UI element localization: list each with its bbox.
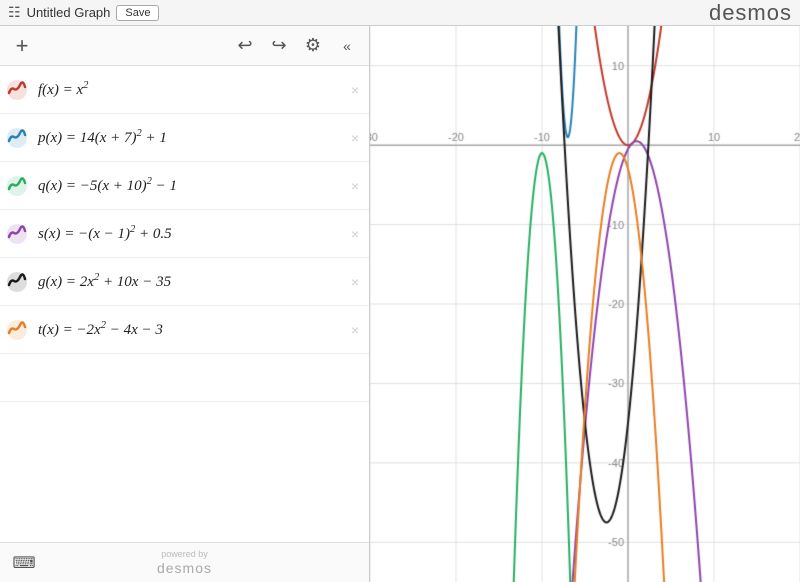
expression-formula[interactable]: q(x) = −5(x + 10)2 − 1 [34, 174, 341, 197]
topbar-title: Untitled Graph [27, 5, 111, 20]
desmos-logo: desmos [709, 0, 792, 26]
delete-expression-button[interactable]: × [341, 316, 369, 344]
expression-icon [0, 271, 34, 293]
topbar-left: ☷ Untitled Graph Save [8, 4, 159, 21]
delete-expression-button[interactable]: × [341, 268, 369, 296]
main-layout: + ↩ ↪ ⚙ « f(x) = x2× p(x) = 14(x + 7)2 +… [0, 26, 800, 582]
graph-area[interactable] [370, 26, 800, 582]
expression-row[interactable]: g(x) = 2x2 + 10x − 35× [0, 258, 369, 306]
graph-canvas [370, 26, 800, 582]
expression-formula[interactable]: p(x) = 14(x + 7)2 + 1 [34, 126, 341, 149]
add-expression-button[interactable]: + [8, 32, 36, 60]
keyboard-button[interactable]: ⌨ [10, 549, 38, 577]
delete-expression-button[interactable]: × [341, 172, 369, 200]
expression-row[interactable]: s(x) = −(x − 1)2 + 0.5× [0, 210, 369, 258]
delete-expression-button[interactable]: × [341, 124, 369, 152]
settings-button[interactable]: ⚙ [299, 32, 327, 60]
collapse-button[interactable]: « [333, 32, 361, 60]
desmos-footer-logo: desmos [157, 560, 212, 577]
powered-by: powered by desmos [157, 549, 212, 577]
expression-list: f(x) = x2× p(x) = 14(x + 7)2 + 1× q(x) =… [0, 66, 369, 542]
expression-icon [0, 223, 34, 245]
toolbar: + ↩ ↪ ⚙ « [0, 26, 369, 66]
expression-formula[interactable]: f(x) = x2 [34, 78, 341, 101]
expression-icon [0, 175, 34, 197]
graph-icon: ☷ [8, 4, 21, 21]
expression-formula[interactable]: s(x) = −(x − 1)2 + 0.5 [34, 222, 341, 245]
delete-expression-button[interactable]: × [341, 76, 369, 104]
expression-row[interactable]: f(x) = x2× [0, 66, 369, 114]
left-panel: + ↩ ↪ ⚙ « f(x) = x2× p(x) = 14(x + 7)2 +… [0, 26, 370, 582]
expression-row[interactable]: q(x) = −5(x + 10)2 − 1× [0, 162, 369, 210]
expression-row[interactable]: p(x) = 14(x + 7)2 + 1× [0, 114, 369, 162]
topbar: ☷ Untitled Graph Save desmos [0, 0, 800, 26]
expression-row[interactable]: t(x) = −2x2 − 4x − 3× [0, 306, 369, 354]
save-button[interactable]: Save [116, 5, 159, 21]
redo-button[interactable]: ↪ [265, 32, 293, 60]
expression-formula[interactable]: g(x) = 2x2 + 10x − 35 [34, 270, 341, 293]
empty-expression-row[interactable] [0, 354, 369, 402]
undo-button[interactable]: ↩ [231, 32, 259, 60]
expression-icon [0, 319, 34, 341]
delete-expression-button[interactable]: × [341, 220, 369, 248]
expression-icon [0, 79, 34, 101]
expression-formula[interactable]: t(x) = −2x2 − 4x − 3 [34, 318, 341, 341]
expression-icon [0, 127, 34, 149]
panel-footer: ⌨ powered by desmos [0, 542, 369, 582]
